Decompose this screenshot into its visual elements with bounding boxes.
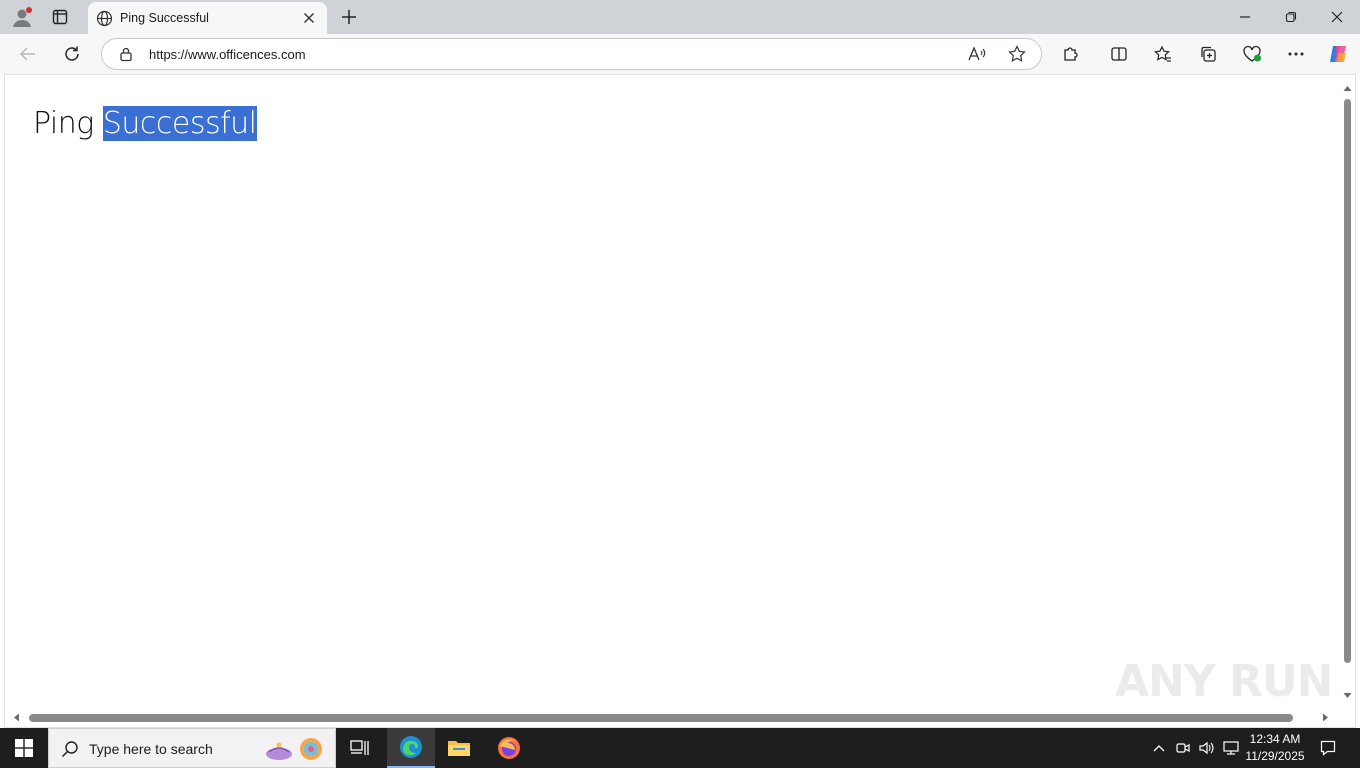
- collections-icon: [1201, 46, 1216, 62]
- read-aloud-icon[interactable]: [968, 46, 986, 67]
- search-highlight-icon[interactable]: [263, 733, 329, 770]
- puzzle-icon: [1064, 47, 1078, 61]
- split-screen-button[interactable]: [1103, 38, 1135, 70]
- split-screen-icon: [1111, 47, 1127, 61]
- restore-button[interactable]: [1268, 0, 1314, 34]
- taskbar-file-explorer-button[interactable]: [435, 728, 483, 768]
- chevron-up-icon: [1153, 745, 1165, 752]
- close-tab-icon[interactable]: [303, 11, 315, 29]
- tab-ping-successful[interactable]: Ping Successful: [88, 2, 327, 34]
- clock-date: 11/29/2025: [1245, 749, 1305, 763]
- show-hidden-icons-button[interactable]: [1147, 728, 1171, 768]
- copilot-button[interactable]: [1322, 38, 1354, 70]
- address-url: https://www.officences.com: [149, 47, 306, 62]
- heading-selected-text: Successful: [102, 106, 257, 141]
- tab-title: Ping Successful: [120, 11, 209, 25]
- horizontal-scrollbar[interactable]: [11, 711, 1331, 723]
- minimize-icon: [1240, 16, 1250, 18]
- back-arrow-icon: [19, 47, 35, 61]
- extensions-button[interactable]: [1055, 38, 1087, 70]
- favorite-star-icon[interactable]: [1008, 45, 1026, 68]
- browser-toolbar: https://www.officences.com: [0, 34, 1360, 74]
- vertical-scrollbar[interactable]: [1342, 85, 1352, 705]
- clock-time: 12:34 AM: [1249, 732, 1301, 746]
- globe-icon: [96, 10, 113, 32]
- favorites-button[interactable]: [1147, 38, 1179, 70]
- close-icon: [1331, 11, 1343, 23]
- notification-icon: [1320, 740, 1336, 756]
- anyrun-watermark: ANY RUN: [1115, 656, 1333, 707]
- minimize-button[interactable]: [1222, 0, 1268, 34]
- new-tab-button[interactable]: [336, 4, 362, 30]
- heart-pulse-icon: [1243, 45, 1261, 62]
- browser-essentials-button[interactable]: [1236, 38, 1268, 70]
- plus-icon: [342, 10, 356, 24]
- speaker-icon: [1199, 741, 1214, 755]
- search-icon: [61, 740, 79, 763]
- firefox-icon: [498, 737, 520, 759]
- notifications-button[interactable]: [1316, 728, 1340, 768]
- back-button[interactable]: [12, 38, 44, 70]
- folder-icon: [448, 741, 470, 756]
- tab-actions-button[interactable]: [46, 4, 74, 30]
- taskbar-clock[interactable]: 12:34 AM 11/29/2025: [1243, 731, 1307, 765]
- browser-tab-strip: Ping Successful: [0, 0, 1360, 34]
- page-heading: Ping Successful: [33, 105, 257, 143]
- scroll-up-arrow-icon[interactable]: [1343, 85, 1352, 92]
- address-bar[interactable]: https://www.officences.com: [101, 38, 1042, 70]
- volume-button[interactable]: [1195, 728, 1219, 768]
- scroll-left-arrow-icon[interactable]: [13, 713, 20, 722]
- network-icon: [1223, 741, 1239, 755]
- vertical-scroll-thumb[interactable]: [1344, 99, 1351, 663]
- refresh-icon: [65, 46, 79, 61]
- horizontal-scroll-thumb[interactable]: [29, 714, 1293, 722]
- edge-icon: [400, 736, 422, 758]
- lock-icon[interactable]: [118, 46, 134, 67]
- collections-button[interactable]: [1192, 38, 1224, 70]
- meet-now-button[interactable]: [1171, 728, 1195, 768]
- page-viewport: Ping Successful: [4, 74, 1356, 728]
- task-view-icon: [350, 740, 369, 755]
- profile-button[interactable]: [8, 4, 36, 30]
- task-view-button[interactable]: [336, 728, 384, 768]
- heading-text: Ping: [33, 106, 103, 141]
- profile-icon: [13, 7, 32, 27]
- windows-logo-icon: [15, 739, 33, 757]
- search-placeholder: Type here to search: [89, 741, 213, 757]
- favorites-icon: [1154, 45, 1171, 62]
- network-button[interactable]: [1219, 728, 1243, 768]
- close-window-button[interactable]: [1314, 0, 1360, 34]
- start-button[interactable]: [0, 728, 48, 768]
- restore-icon: [1285, 11, 1297, 23]
- camera-icon: [1176, 743, 1190, 753]
- scroll-down-arrow-icon[interactable]: [1343, 692, 1352, 699]
- taskbar-edge-button[interactable]: [387, 728, 435, 768]
- scroll-right-arrow-icon[interactable]: [1322, 713, 1329, 722]
- windows-taskbar: Type here to search 12:34 AM 11/29/2025: [0, 728, 1360, 768]
- refresh-button[interactable]: [56, 38, 88, 70]
- tab-actions-icon: [52, 9, 68, 25]
- taskbar-search-box[interactable]: Type here to search: [48, 728, 336, 768]
- more-dots-icon: [1288, 52, 1304, 56]
- taskbar-firefox-button[interactable]: [485, 728, 533, 768]
- copilot-icon: [1330, 46, 1346, 62]
- settings-more-button[interactable]: [1280, 38, 1312, 70]
